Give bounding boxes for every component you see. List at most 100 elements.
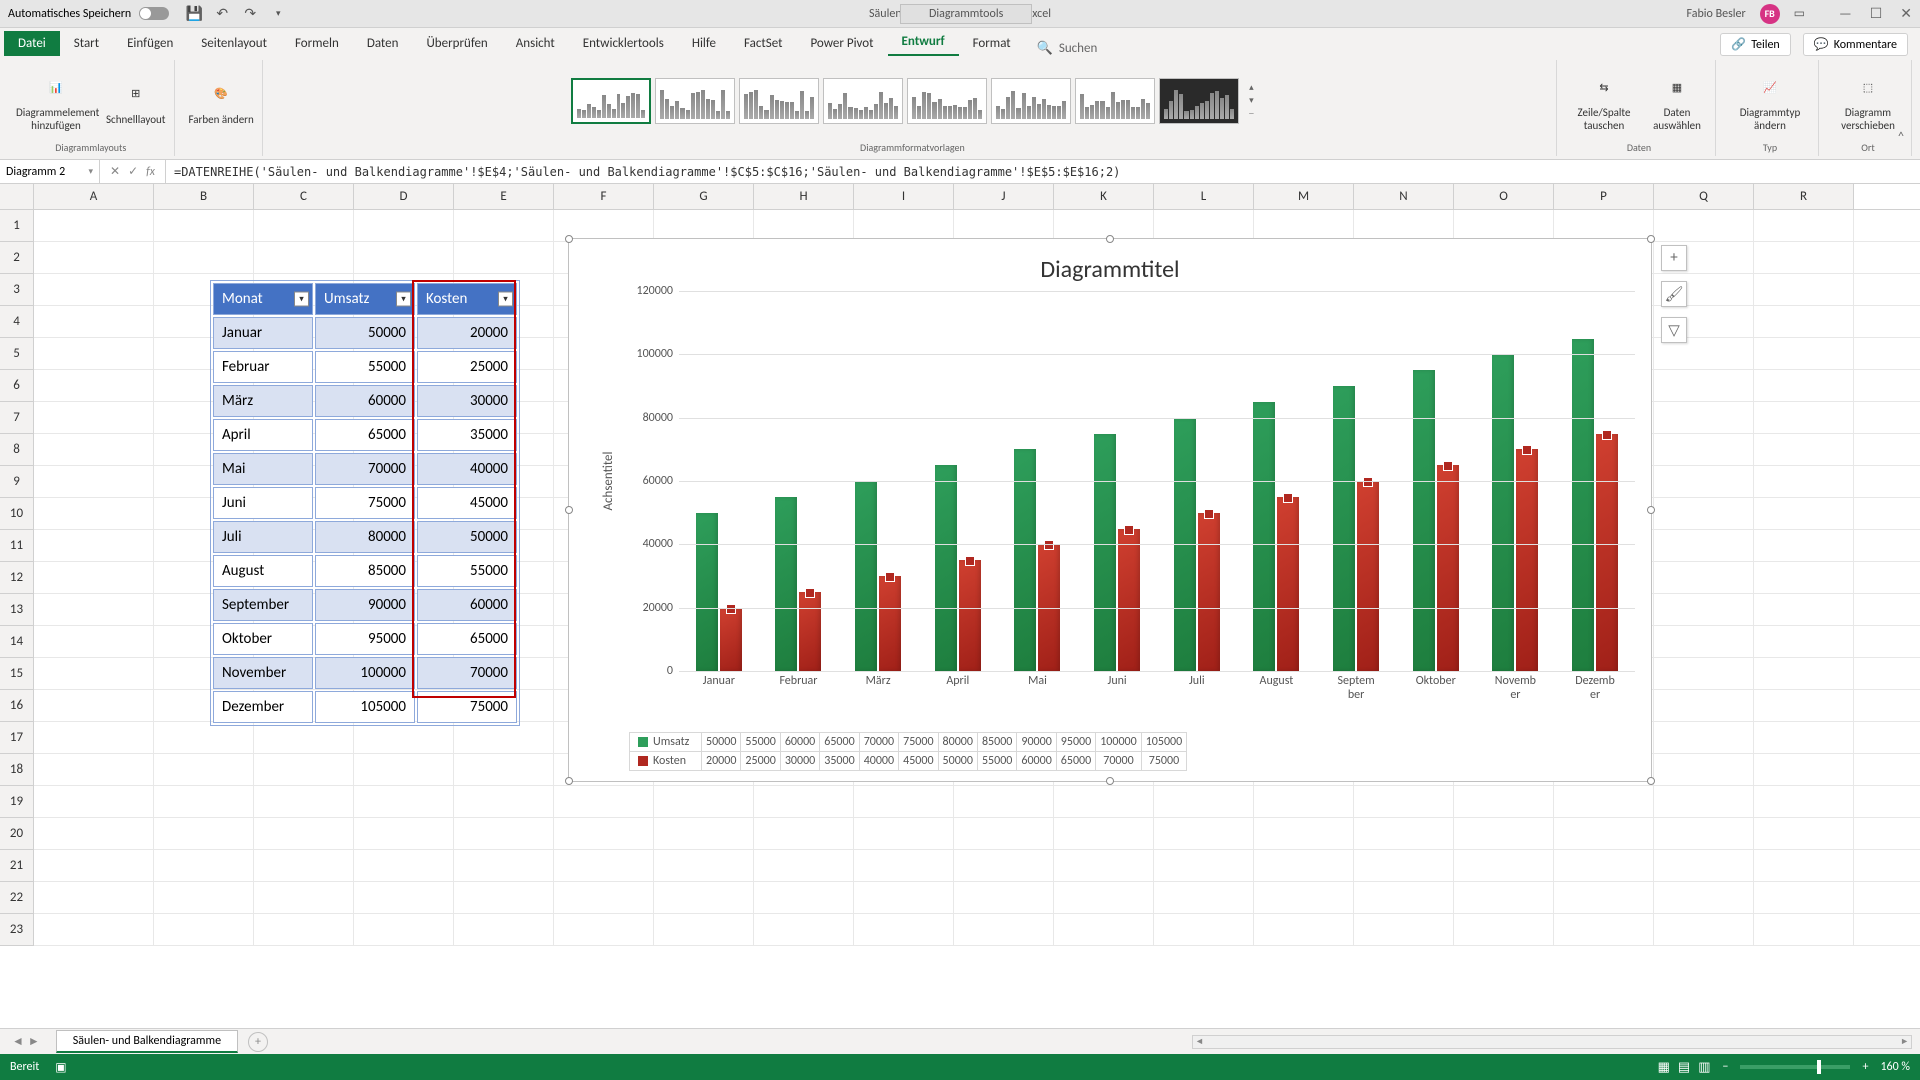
row-header[interactable]: 22 xyxy=(0,882,34,914)
row-header[interactable]: 11 xyxy=(0,530,34,562)
bar-kosten[interactable] xyxy=(1437,465,1459,671)
table-cell[interactable]: 20000 xyxy=(417,317,517,349)
maximize-icon[interactable]: ☐ xyxy=(1870,5,1883,22)
table-cell[interactable]: Mai xyxy=(213,453,313,485)
page-layout-icon[interactable]: ▤ xyxy=(1678,1060,1690,1075)
column-header[interactable]: B xyxy=(154,184,254,209)
table-header[interactable]: Kosten▾ xyxy=(417,283,517,315)
table-cell[interactable]: Juli xyxy=(213,521,313,553)
cancel-icon[interactable]: ✕ xyxy=(110,164,120,179)
table-cell[interactable]: 30000 xyxy=(417,385,517,417)
bar-kosten[interactable] xyxy=(1596,434,1618,672)
row-header[interactable]: 19 xyxy=(0,786,34,818)
sheet-tab[interactable]: Säulen- und Balkendiagramme xyxy=(56,1030,238,1053)
add-sheet-button[interactable]: + xyxy=(248,1032,268,1052)
zoom-out-icon[interactable]: − xyxy=(1722,1060,1728,1074)
column-header[interactable]: E xyxy=(454,184,554,209)
table-cell[interactable]: September xyxy=(213,589,313,621)
table-cell[interactable]: 70000 xyxy=(315,453,415,485)
tab-power pivot[interactable]: Power Pivot xyxy=(796,31,887,56)
table-cell[interactable]: April xyxy=(213,419,313,451)
add-chart-element-button[interactable]: 📊 Diagrammelement hinzufügen xyxy=(16,68,96,132)
row-header[interactable]: 1 xyxy=(0,210,34,242)
table-cell[interactable]: 65000 xyxy=(315,419,415,451)
column-header[interactable]: F xyxy=(554,184,654,209)
ribbon-display-icon[interactable]: ▭ xyxy=(1794,6,1805,21)
table-cell[interactable]: 60000 xyxy=(417,589,517,621)
tab-factset[interactable]: FactSet xyxy=(730,31,796,56)
column-header[interactable]: L xyxy=(1154,184,1254,209)
table-cell[interactable]: Februar xyxy=(213,351,313,383)
table-cell[interactable]: 75000 xyxy=(315,487,415,519)
tell-me-search[interactable]: 🔍 Suchen xyxy=(1037,41,1098,56)
table-cell[interactable]: Dezember xyxy=(213,691,313,723)
row-header[interactable]: 15 xyxy=(0,658,34,690)
row-header[interactable]: 3 xyxy=(0,274,34,306)
enter-icon[interactable]: ✓ xyxy=(128,164,138,179)
bar-kosten[interactable] xyxy=(1516,449,1538,671)
bar-umsatz[interactable] xyxy=(696,513,718,671)
row-header[interactable]: 23 xyxy=(0,914,34,946)
macro-record-icon[interactable]: ▣ xyxy=(55,1060,66,1075)
gallery-down-icon[interactable]: ▾ xyxy=(1249,95,1254,106)
bar-kosten[interactable] xyxy=(879,576,901,671)
chart-style-thumb[interactable] xyxy=(991,78,1071,124)
column-header[interactable]: C xyxy=(254,184,354,209)
select-data-button[interactable]: ▦ Daten auswählen xyxy=(1647,68,1707,132)
chart-title[interactable]: Diagrammtitel xyxy=(569,255,1651,284)
table-cell[interactable]: 75000 xyxy=(417,691,517,723)
undo-icon[interactable]: ↶ xyxy=(213,5,231,23)
tab-daten[interactable]: Daten xyxy=(353,31,413,56)
row-header[interactable]: 17 xyxy=(0,722,34,754)
name-box[interactable]: Diagramm 2 xyxy=(0,160,100,183)
column-header[interactable]: R xyxy=(1754,184,1854,209)
column-header[interactable]: M xyxy=(1254,184,1354,209)
filter-dropdown-icon[interactable]: ▾ xyxy=(498,292,513,307)
chart-object[interactable]: + 🖌 ▽ Diagrammtitel Achsentitel 02000040… xyxy=(568,238,1652,782)
share-button[interactable]: 🔗Teilen xyxy=(1720,33,1791,56)
table-cell[interactable]: 70000 xyxy=(417,657,517,689)
tab-formeln[interactable]: Formeln xyxy=(281,31,353,56)
table-cell[interactable]: 65000 xyxy=(417,623,517,655)
chart-styles-button[interactable]: 🖌 xyxy=(1661,281,1687,307)
spreadsheet-grid[interactable]: ABCDEFGHIJKLMNOPQR 123456789101112131415… xyxy=(0,184,1920,984)
row-header[interactable]: 18 xyxy=(0,754,34,786)
gallery-up-icon[interactable]: ▴ xyxy=(1249,82,1254,93)
bar-umsatz[interactable] xyxy=(935,465,957,671)
toggle-off-icon[interactable] xyxy=(139,7,169,20)
table-cell[interactable]: 105000 xyxy=(315,691,415,723)
avatar[interactable]: FB xyxy=(1760,4,1780,24)
sheet-nav-next-icon[interactable]: ► xyxy=(28,1034,40,1049)
table-cell[interactable]: Juni xyxy=(213,487,313,519)
formula-bar[interactable]: =DATENREIHE('Säulen- und Balkendiagramme… xyxy=(166,165,1920,179)
table-cell[interactable]: 50000 xyxy=(417,521,517,553)
bar-umsatz[interactable] xyxy=(855,481,877,671)
column-header[interactable]: P xyxy=(1554,184,1654,209)
bar-umsatz[interactable] xyxy=(1572,339,1594,672)
zoom-slider[interactable] xyxy=(1740,1065,1850,1069)
row-header[interactable]: 16 xyxy=(0,690,34,722)
table-cell[interactable]: Oktober xyxy=(213,623,313,655)
chart-style-gallery[interactable] xyxy=(571,78,1239,124)
row-header[interactable]: 21 xyxy=(0,850,34,882)
fx-icon[interactable]: fx xyxy=(146,165,155,179)
plot-area[interactable]: Achsentitel 0200004000060000800001000001… xyxy=(623,291,1635,671)
row-header[interactable]: 12 xyxy=(0,562,34,594)
column-header[interactable]: O xyxy=(1454,184,1554,209)
row-header[interactable]: 9 xyxy=(0,466,34,498)
row-header[interactable]: 10 xyxy=(0,498,34,530)
autosave-toggle[interactable]: Automatisches Speichern xyxy=(8,7,169,21)
bar-umsatz[interactable] xyxy=(1413,370,1435,671)
y-axis-title[interactable]: Achsentitel xyxy=(601,451,616,510)
column-header[interactable]: A xyxy=(34,184,154,209)
table-cell[interactable]: 55000 xyxy=(417,555,517,587)
bar-umsatz[interactable] xyxy=(1253,402,1275,671)
move-chart-button[interactable]: ⬚ Diagramm verschieben xyxy=(1833,68,1903,132)
table-cell[interactable]: 25000 xyxy=(417,351,517,383)
column-header[interactable]: I xyxy=(854,184,954,209)
bar-kosten[interactable] xyxy=(1277,497,1299,671)
table-cell[interactable]: 35000 xyxy=(417,419,517,451)
chart-style-thumb[interactable] xyxy=(907,78,987,124)
change-colors-button[interactable]: 🎨 Farben ändern xyxy=(189,75,254,127)
table-cell[interactable]: 60000 xyxy=(315,385,415,417)
